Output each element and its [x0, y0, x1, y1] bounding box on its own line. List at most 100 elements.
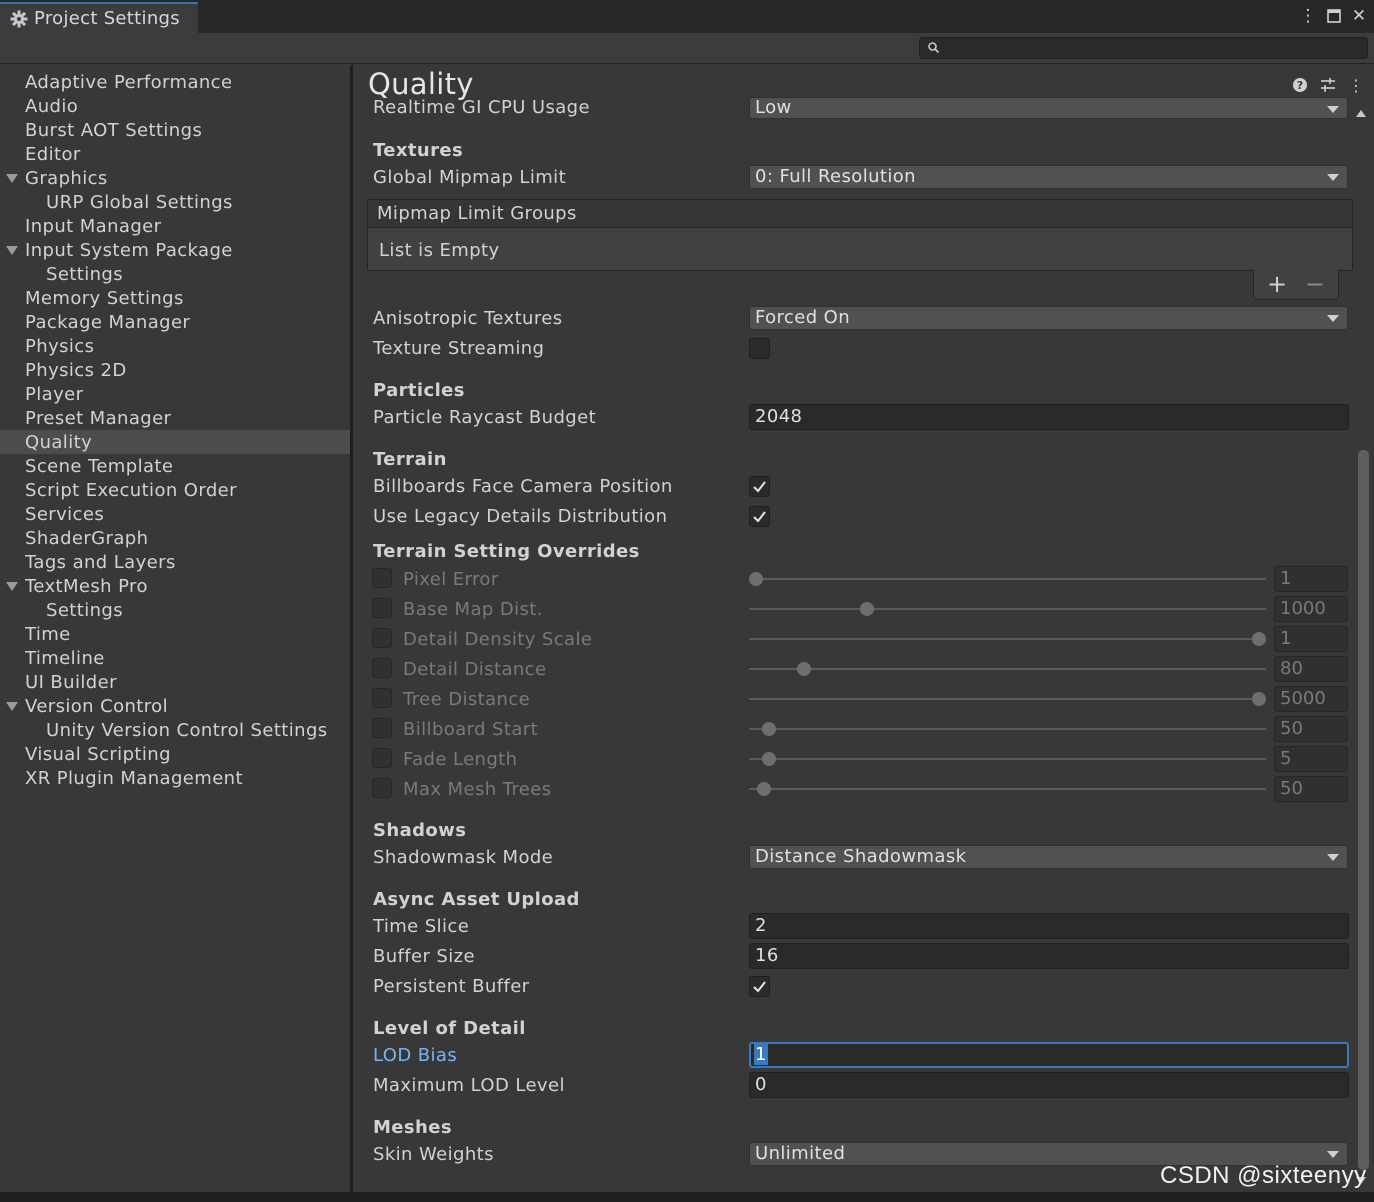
sidebar-item-label: Input Manager [25, 215, 162, 237]
override-checkbox[interactable] [372, 568, 392, 588]
override-value-field[interactable]: 50 [1274, 776, 1348, 802]
search-input[interactable] [919, 37, 1368, 59]
persistent-buffer-checkbox[interactable] [749, 976, 770, 997]
sidebar-item[interactable]: Memory Settings [0, 286, 350, 310]
sidebar-item[interactable]: Visual Scripting [0, 742, 350, 766]
sidebar-item[interactable]: Input System Package [0, 238, 350, 262]
buffer-size-field[interactable]: 16 [749, 943, 1349, 969]
sidebar-item[interactable]: Physics [0, 334, 350, 358]
anisotropic-dropdown[interactable]: Forced On [749, 306, 1348, 330]
sidebar-item[interactable]: Unity Version Control Settings [0, 718, 350, 742]
override-checkbox[interactable] [372, 688, 392, 708]
sidebar-item[interactable]: Physics 2D [0, 358, 350, 382]
override-checkbox[interactable] [372, 598, 392, 618]
sidebar-item[interactable]: Player [0, 382, 350, 406]
slider-thumb[interactable] [797, 662, 811, 676]
override-value-field[interactable]: 5 [1274, 746, 1348, 772]
sidebar-item[interactable]: ShaderGraph [0, 526, 350, 550]
scrollbar-thumb[interactable] [1358, 450, 1369, 1170]
sidebar-item[interactable]: Timeline [0, 646, 350, 670]
watermark: CSDN @sixteenyy [1160, 1162, 1367, 1189]
override-checkbox[interactable] [372, 748, 392, 768]
sidebar-item[interactable]: Graphics [0, 166, 350, 190]
close-icon[interactable]: ✕ [1348, 5, 1370, 27]
override-value-field[interactable]: 80 [1274, 656, 1348, 682]
override-value-field[interactable]: 5000 [1274, 686, 1348, 712]
time-slice-field[interactable]: 2 [749, 913, 1349, 939]
main-panel: Quality ? ⋮ Realtime GI CPU Usage Low Te… [353, 65, 1374, 1192]
override-value-field[interactable]: 1 [1274, 566, 1348, 592]
override-checkbox[interactable] [372, 718, 392, 738]
maximize-icon[interactable] [1323, 5, 1345, 27]
slider-track[interactable] [749, 608, 1266, 610]
legacy-details-checkbox[interactable] [749, 506, 770, 527]
shadowmask-dropdown[interactable]: Distance Shadowmask [749, 845, 1348, 869]
skin-weights-label: Skin Weights [373, 1144, 494, 1165]
sidebar-item[interactable]: Time [0, 622, 350, 646]
sidebar-item[interactable]: XR Plugin Management [0, 766, 350, 790]
svg-text:?: ? [1297, 79, 1303, 92]
lod-bias-value: 1 [754, 1044, 768, 1065]
sidebar-item[interactable]: Input Manager [0, 214, 350, 238]
sidebar-item[interactable]: Burst AOT Settings [0, 118, 350, 142]
expand-arrow-icon[interactable] [6, 582, 18, 591]
mipmap-limit-dropdown[interactable]: 0: Full Resolution [749, 165, 1348, 189]
override-value-field[interactable]: 50 [1274, 716, 1348, 742]
sidebar-item[interactable]: Settings [0, 262, 350, 286]
help-icon[interactable]: ? [1291, 77, 1309, 95]
override-value-field[interactable]: 1 [1274, 626, 1348, 652]
sidebar-item[interactable]: Version Control [0, 694, 350, 718]
slider-thumb[interactable] [749, 572, 763, 586]
override-value-field[interactable]: 1000 [1274, 596, 1348, 622]
slider-thumb[interactable] [1252, 692, 1266, 706]
texture-streaming-checkbox[interactable] [749, 338, 770, 359]
scroll-up-icon[interactable] [1356, 110, 1366, 117]
sidebar-item[interactable]: Settings [0, 598, 350, 622]
slider-track[interactable] [749, 668, 1266, 670]
sidebar-item[interactable]: Tags and Layers [0, 550, 350, 574]
sidebar-item-label: XR Plugin Management [25, 767, 243, 789]
slider-thumb[interactable] [762, 722, 776, 736]
expand-arrow-icon[interactable] [6, 702, 18, 711]
sidebar-item[interactable]: Services [0, 502, 350, 526]
expand-arrow-icon[interactable] [6, 174, 18, 183]
override-checkbox[interactable] [372, 658, 392, 678]
sidebar-item[interactable]: Audio [0, 94, 350, 118]
slider-track[interactable] [749, 788, 1266, 790]
presets-icon[interactable] [1319, 77, 1337, 95]
slider-track[interactable] [749, 638, 1266, 640]
more-icon[interactable]: ⋮ [1297, 5, 1319, 27]
slider-thumb[interactable] [757, 782, 771, 796]
override-checkbox[interactable] [372, 778, 392, 798]
sidebar-item[interactable]: Script Execution Order [0, 478, 350, 502]
sidebar-item[interactable]: Scene Template [0, 454, 350, 478]
more-icon[interactable]: ⋮ [1347, 77, 1365, 95]
remove-icon[interactable]: − [1305, 271, 1325, 297]
billboards-checkbox[interactable] [749, 476, 770, 497]
sidebar-item[interactable]: Preset Manager [0, 406, 350, 430]
lod-bias-field[interactable]: 1 [749, 1042, 1349, 1068]
sidebar-item[interactable]: UI Builder [0, 670, 350, 694]
add-icon[interactable]: + [1267, 271, 1287, 297]
raycast-budget-field[interactable]: 2048 [749, 404, 1349, 430]
expand-arrow-icon[interactable] [6, 246, 18, 255]
slider-track[interactable] [749, 758, 1266, 760]
sidebar-item[interactable]: TextMesh Pro [0, 574, 350, 598]
sidebar-item[interactable]: Editor [0, 142, 350, 166]
sidebar-item[interactable]: Package Manager [0, 310, 350, 334]
check-icon [753, 481, 766, 493]
sidebar-item-label: Quality [25, 431, 93, 453]
sidebar-item[interactable]: Quality [0, 430, 350, 454]
tab-project-settings[interactable]: Project Settings [0, 2, 198, 33]
slider-thumb[interactable] [1252, 632, 1266, 646]
sidebar-item[interactable]: URP Global Settings [0, 190, 350, 214]
slider-track[interactable] [749, 728, 1266, 730]
slider-track[interactable] [749, 698, 1266, 700]
slider-thumb[interactable] [860, 602, 874, 616]
sidebar-item[interactable]: Adaptive Performance [0, 70, 350, 94]
max-lod-field[interactable]: 0 [749, 1072, 1349, 1098]
realtime-gi-dropdown[interactable]: Low [749, 97, 1348, 119]
slider-thumb[interactable] [762, 752, 776, 766]
slider-track[interactable] [749, 578, 1266, 580]
override-checkbox[interactable] [372, 628, 392, 648]
